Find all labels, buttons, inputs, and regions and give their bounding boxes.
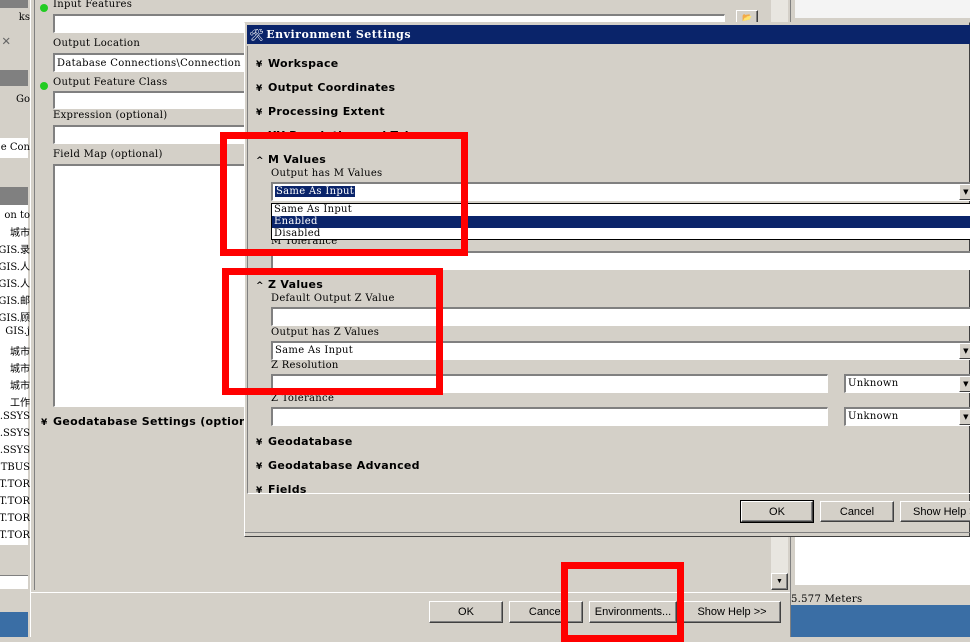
annotation-box-environments bbox=[561, 562, 684, 642]
dropdown-arrow-icon[interactable]: ▼ bbox=[959, 343, 970, 359]
show-help-button[interactable]: Show Help >> bbox=[683, 601, 781, 623]
env-cancel-button[interactable]: Cancel bbox=[820, 501, 894, 522]
field-map-label: Field Map (optional) bbox=[53, 149, 163, 160]
bg-list-item: 城市 bbox=[10, 228, 30, 239]
bg-list-item: GIS.人 bbox=[0, 279, 30, 290]
chevron-down-icon: ¥ bbox=[256, 60, 263, 70]
chevron-down-icon: ¥ bbox=[256, 438, 263, 448]
expression-label: Expression (optional) bbox=[53, 110, 168, 121]
required-dot-icon bbox=[40, 4, 48, 12]
geodatabase-advanced-section[interactable]: ¥ Geodatabase Advanced bbox=[256, 459, 420, 472]
bg-list-item: GIS.人 bbox=[0, 262, 30, 273]
processing-extent-section[interactable]: ¥ Processing Extent bbox=[256, 105, 385, 118]
dialog-title: Environment Settings bbox=[266, 28, 412, 41]
bg-list-item: SSYS. bbox=[0, 428, 30, 439]
geodatabase-settings-section[interactable]: ¥ Geodatabase Settings (optional) bbox=[41, 415, 264, 428]
bg-list-item: TBUS bbox=[0, 462, 30, 473]
output-coordinates-section[interactable]: ¥ Output Coordinates bbox=[256, 81, 395, 94]
bg-list-item: 城市 bbox=[10, 347, 30, 358]
bg-text: ks bbox=[18, 12, 30, 23]
bg-text: Go bbox=[15, 94, 30, 105]
bg-list-item: 城市 bbox=[10, 381, 30, 392]
env-show-help-button[interactable]: Show Help >> bbox=[900, 501, 970, 522]
bg-list-item: T.TOR bbox=[0, 479, 30, 490]
geodatabase-section[interactable]: ¥ Geodatabase bbox=[256, 435, 353, 448]
bg-list-item: 工作 bbox=[10, 398, 30, 409]
scroll-down-button[interactable]: ▼ bbox=[771, 573, 788, 590]
bg-list-item: T.TOR bbox=[0, 496, 30, 507]
z-tolerance-field[interactable] bbox=[271, 407, 828, 426]
bg-text: on to bbox=[4, 210, 30, 221]
chevron-down-icon: ¥ bbox=[256, 108, 263, 118]
bg-list-item: T.TOR bbox=[0, 513, 30, 524]
fields-section[interactable]: ¥ Fields bbox=[256, 483, 307, 494]
output-feature-class-label: Output Feature Class bbox=[53, 77, 168, 88]
chevron-down-icon: ¥ bbox=[41, 418, 48, 428]
z-resolution-unit-dropdown[interactable]: Unknown ▼ bbox=[844, 374, 970, 393]
output-location-label: Output Location bbox=[53, 38, 141, 49]
workspace-section[interactable]: ¥ Workspace bbox=[256, 57, 339, 70]
annotation-box-m-values bbox=[220, 132, 468, 256]
dropdown-arrow-icon[interactable]: ▼ bbox=[959, 376, 970, 392]
dropdown-arrow-icon[interactable]: ▼ bbox=[959, 184, 970, 200]
z-tolerance-unit-dropdown[interactable]: Unknown ▼ bbox=[844, 407, 970, 426]
bg-text: e Con bbox=[0, 142, 30, 153]
bg-list-item: SSYS. bbox=[0, 411, 30, 422]
chevron-down-icon: ¥ bbox=[256, 486, 263, 494]
chevron-down-icon: ¥ bbox=[256, 84, 263, 94]
env-ok-button[interactable]: OK bbox=[740, 500, 814, 523]
bg-list-item: GIS.邮 bbox=[0, 296, 30, 307]
chevron-down-icon: ¥ bbox=[256, 462, 263, 472]
bg-list-item: T.TOR bbox=[0, 530, 30, 541]
bg-list-item: 城市 bbox=[10, 364, 30, 375]
status-text: 5.577 Meters bbox=[791, 594, 863, 605]
bg-list-item: GIS.录 bbox=[0, 245, 30, 256]
input-features-label: Input Features bbox=[53, 0, 133, 10]
background-app-strip: ks ✕ Go e Con on to 城市 GIS.录 GIS.人 GIS.人 GIS… bbox=[0, 0, 30, 637]
bg-list-item: SSYS. bbox=[0, 445, 30, 456]
required-dot-icon bbox=[40, 82, 48, 90]
annotation-box-z-values bbox=[222, 268, 443, 395]
bg-list-item: GIS.顾 bbox=[0, 313, 30, 324]
tools-icon: 🛠 bbox=[249, 27, 265, 42]
ok-button[interactable]: OK bbox=[429, 601, 503, 623]
dropdown-arrow-icon[interactable]: ▼ bbox=[959, 409, 970, 425]
close-icon[interactable]: ✕ bbox=[2, 33, 10, 49]
title-bar[interactable]: 🛠 Environment Settings bbox=[247, 25, 970, 44]
bg-list-item: GIS.j bbox=[5, 326, 30, 337]
